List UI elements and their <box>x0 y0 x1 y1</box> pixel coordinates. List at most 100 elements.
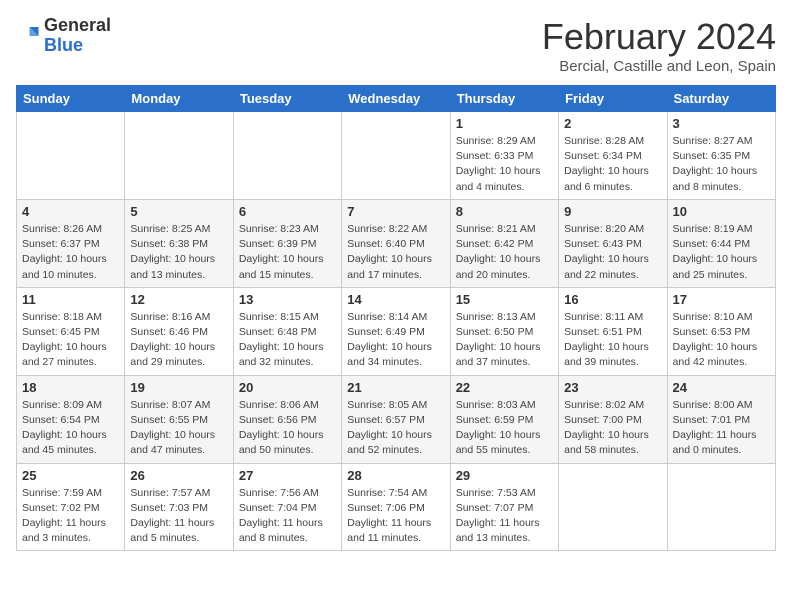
day-info: Sunrise: 8:07 AM Sunset: 6:55 PM Dayligh… <box>130 398 227 459</box>
calendar-week-row: 11 Sunrise: 8:18 AM Sunset: 6:45 PM Dayli… <box>17 287 776 375</box>
calendar-day-cell: 6 Sunrise: 8:23 AM Sunset: 6:39 PM Daylig… <box>233 199 341 287</box>
calendar-day-cell: 23 Sunrise: 8:02 AM Sunset: 7:00 PM Dayli… <box>559 375 667 463</box>
day-info: Sunrise: 8:21 AM Sunset: 6:42 PM Dayligh… <box>456 222 553 283</box>
calendar-week-row: 4Sunrise: 8:26 AM Sunset: 6:37 PM Daylig… <box>17 199 776 287</box>
day-info: Sunrise: 8:05 AM Sunset: 6:57 PM Dayligh… <box>347 398 444 459</box>
title-area: February 2024 Bercial, Castille and Leon… <box>542 16 776 75</box>
day-number: 14 <box>347 292 444 307</box>
day-number: 8 <box>456 204 553 219</box>
calendar-day-cell <box>667 463 775 551</box>
day-info: Sunrise: 8:20 AM Sunset: 6:43 PM Dayligh… <box>564 222 661 283</box>
calendar-day-cell: 27 Sunrise: 7:56 AM Sunset: 7:04 PM Dayli… <box>233 463 341 551</box>
logo-icon <box>16 24 40 48</box>
month-title: February 2024 <box>542 16 776 58</box>
day-number: 9 <box>564 204 661 219</box>
calendar-day-cell: 28Sunrise: 7:54 AM Sunset: 7:06 PM Dayli… <box>342 463 450 551</box>
calendar-day-cell: 15 Sunrise: 8:13 AM Sunset: 6:50 PM Dayli… <box>450 287 558 375</box>
day-info: Sunrise: 7:54 AM Sunset: 7:06 PM Dayligh… <box>347 486 444 547</box>
calendar-day-cell: 11 Sunrise: 8:18 AM Sunset: 6:45 PM Dayli… <box>17 287 125 375</box>
day-info: Sunrise: 8:25 AM Sunset: 6:38 PM Dayligh… <box>130 222 227 283</box>
calendar-day-cell: 8 Sunrise: 8:21 AM Sunset: 6:42 PM Daylig… <box>450 199 558 287</box>
day-number: 22 <box>456 380 553 395</box>
day-info: Sunrise: 8:23 AM Sunset: 6:39 PM Dayligh… <box>239 222 336 283</box>
day-info: Sunrise: 7:57 AM Sunset: 7:03 PM Dayligh… <box>130 486 227 547</box>
day-number: 5 <box>130 204 227 219</box>
day-number: 23 <box>564 380 661 395</box>
day-info: Sunrise: 8:14 AM Sunset: 6:49 PM Dayligh… <box>347 310 444 371</box>
calendar-day-cell: 17 Sunrise: 8:10 AM Sunset: 6:53 PM Dayli… <box>667 287 775 375</box>
day-info: Sunrise: 8:10 AM Sunset: 6:53 PM Dayligh… <box>673 310 770 371</box>
day-info: Sunrise: 8:22 AM Sunset: 6:40 PM Dayligh… <box>347 222 444 283</box>
calendar-day-cell: 1Sunrise: 8:29 AM Sunset: 6:33 PM Daylig… <box>450 112 558 200</box>
calendar-day-cell: 25 Sunrise: 7:59 AM Sunset: 7:02 PM Dayli… <box>17 463 125 551</box>
day-info: Sunrise: 8:11 AM Sunset: 6:51 PM Dayligh… <box>564 310 661 371</box>
logo-general-text: General <box>44 15 111 35</box>
day-of-week-header: Tuesday <box>233 86 341 112</box>
calendar-day-cell: 21 Sunrise: 8:05 AM Sunset: 6:57 PM Dayli… <box>342 375 450 463</box>
day-of-week-header: Friday <box>559 86 667 112</box>
day-info: Sunrise: 8:06 AM Sunset: 6:56 PM Dayligh… <box>239 398 336 459</box>
day-number: 27 <box>239 468 336 483</box>
day-number: 25 <box>22 468 119 483</box>
calendar-day-cell: 12 Sunrise: 8:16 AM Sunset: 6:46 PM Dayli… <box>125 287 233 375</box>
calendar-day-cell: 2 Sunrise: 8:28 AM Sunset: 6:34 PM Daylig… <box>559 112 667 200</box>
page-header: General Blue February 2024 Bercial, Cast… <box>16 16 776 75</box>
day-number: 17 <box>673 292 770 307</box>
calendar-day-cell: 13Sunrise: 8:15 AM Sunset: 6:48 PM Dayli… <box>233 287 341 375</box>
day-number: 20 <box>239 380 336 395</box>
location-subtitle: Bercial, Castille and Leon, Spain <box>542 58 776 75</box>
logo-blue-text: Blue <box>44 35 83 55</box>
calendar-day-cell <box>125 112 233 200</box>
calendar-header-row: SundayMondayTuesdayWednesdayThursdayFrid… <box>17 86 776 112</box>
day-info: Sunrise: 7:56 AM Sunset: 7:04 PM Dayligh… <box>239 486 336 547</box>
day-number: 18 <box>22 380 119 395</box>
calendar-day-cell <box>342 112 450 200</box>
day-info: Sunrise: 8:28 AM Sunset: 6:34 PM Dayligh… <box>564 134 661 195</box>
calendar-table: SundayMondayTuesdayWednesdayThursdayFrid… <box>16 85 776 551</box>
calendar-day-cell: 3 Sunrise: 8:27 AM Sunset: 6:35 PM Daylig… <box>667 112 775 200</box>
calendar-day-cell: 22 Sunrise: 8:03 AM Sunset: 6:59 PM Dayli… <box>450 375 558 463</box>
day-info: Sunrise: 8:16 AM Sunset: 6:46 PM Dayligh… <box>130 310 227 371</box>
calendar-day-cell: 7 Sunrise: 8:22 AM Sunset: 6:40 PM Daylig… <box>342 199 450 287</box>
calendar-week-row: 25 Sunrise: 7:59 AM Sunset: 7:02 PM Dayli… <box>17 463 776 551</box>
day-number: 6 <box>239 204 336 219</box>
day-number: 12 <box>130 292 227 307</box>
day-info: Sunrise: 7:59 AM Sunset: 7:02 PM Dayligh… <box>22 486 119 547</box>
calendar-day-cell <box>559 463 667 551</box>
calendar-day-cell: 10Sunrise: 8:19 AM Sunset: 6:44 PM Dayli… <box>667 199 775 287</box>
calendar-day-cell: 29 Sunrise: 7:53 AM Sunset: 7:07 PM Dayli… <box>450 463 558 551</box>
calendar-day-cell: 20 Sunrise: 8:06 AM Sunset: 6:56 PM Dayli… <box>233 375 341 463</box>
day-info: Sunrise: 8:03 AM Sunset: 6:59 PM Dayligh… <box>456 398 553 459</box>
logo: General Blue <box>16 16 111 56</box>
day-number: 19 <box>130 380 227 395</box>
day-number: 29 <box>456 468 553 483</box>
day-number: 13 <box>239 292 336 307</box>
day-number: 7 <box>347 204 444 219</box>
day-number: 16 <box>564 292 661 307</box>
day-info: Sunrise: 7:53 AM Sunset: 7:07 PM Dayligh… <box>456 486 553 547</box>
day-info: Sunrise: 8:13 AM Sunset: 6:50 PM Dayligh… <box>456 310 553 371</box>
calendar-week-row: 18 Sunrise: 8:09 AM Sunset: 6:54 PM Dayli… <box>17 375 776 463</box>
day-of-week-header: Monday <box>125 86 233 112</box>
day-info: Sunrise: 8:02 AM Sunset: 7:00 PM Dayligh… <box>564 398 661 459</box>
day-of-week-header: Sunday <box>17 86 125 112</box>
day-number: 26 <box>130 468 227 483</box>
day-info: Sunrise: 8:26 AM Sunset: 6:37 PM Dayligh… <box>22 222 119 283</box>
calendar-day-cell: 14 Sunrise: 8:14 AM Sunset: 6:49 PM Dayli… <box>342 287 450 375</box>
day-of-week-header: Wednesday <box>342 86 450 112</box>
calendar-day-cell: 24Sunrise: 8:00 AM Sunset: 7:01 PM Dayli… <box>667 375 775 463</box>
day-number: 21 <box>347 380 444 395</box>
day-number: 3 <box>673 116 770 131</box>
day-number: 2 <box>564 116 661 131</box>
day-number: 24 <box>673 380 770 395</box>
calendar-week-row: 1Sunrise: 8:29 AM Sunset: 6:33 PM Daylig… <box>17 112 776 200</box>
day-info: Sunrise: 8:09 AM Sunset: 6:54 PM Dayligh… <box>22 398 119 459</box>
day-info: Sunrise: 8:27 AM Sunset: 6:35 PM Dayligh… <box>673 134 770 195</box>
day-number: 11 <box>22 292 119 307</box>
day-number: 15 <box>456 292 553 307</box>
day-of-week-header: Saturday <box>667 86 775 112</box>
calendar-day-cell: 19 Sunrise: 8:07 AM Sunset: 6:55 PM Dayli… <box>125 375 233 463</box>
calendar-day-cell: 5 Sunrise: 8:25 AM Sunset: 6:38 PM Daylig… <box>125 199 233 287</box>
day-info: Sunrise: 8:18 AM Sunset: 6:45 PM Dayligh… <box>22 310 119 371</box>
calendar-day-cell: 9 Sunrise: 8:20 AM Sunset: 6:43 PM Daylig… <box>559 199 667 287</box>
